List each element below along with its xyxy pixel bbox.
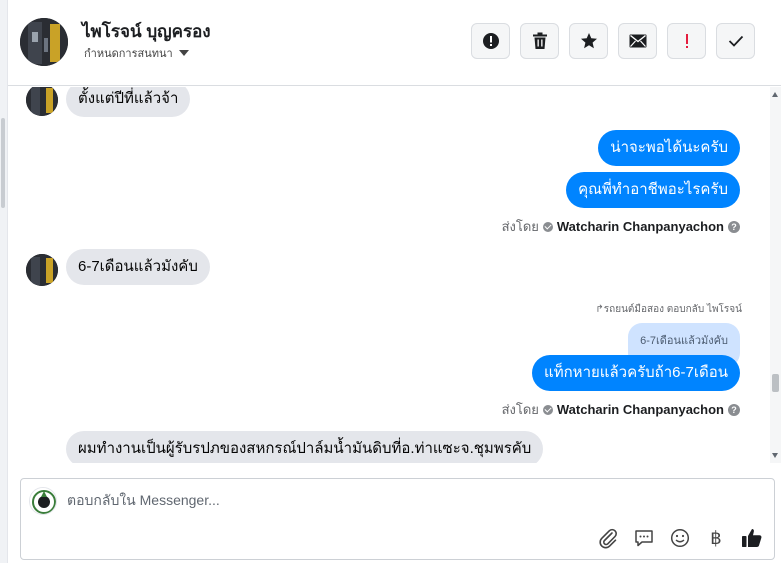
left-edge-panel xyxy=(0,0,8,563)
sent-by-line: ส่งโดย Watcharin Chanpanyachon ? xyxy=(502,399,740,420)
caret-down-icon[interactable] xyxy=(178,50,189,56)
saved-reply-icon[interactable] xyxy=(632,526,656,550)
star-button[interactable] xyxy=(569,23,608,59)
incoming-message: ตั้งแต่ปีที่แล้วจ้า xyxy=(66,87,191,117)
composer-tools: ฿ xyxy=(596,526,764,550)
reply-input[interactable] xyxy=(67,492,687,508)
sent-by-prefix: ส่งโดย xyxy=(501,402,539,417)
help-icon[interactable]: ? xyxy=(728,220,740,233)
contact-avatar-small xyxy=(26,254,58,286)
page-avatar xyxy=(29,487,57,515)
sent-by-prefix: ส่งโดย xyxy=(501,219,539,234)
follow-up-button[interactable] xyxy=(667,23,706,59)
mark-spam-button[interactable] xyxy=(471,23,510,59)
outgoing-message: น่าจะพอได้นะครับ xyxy=(598,130,740,166)
baht-icon[interactable]: ฿ xyxy=(704,526,728,550)
emoji-icon[interactable] xyxy=(668,526,692,550)
contact-avatar-small xyxy=(26,87,58,116)
agent-name[interactable]: Watcharin Chanpanyachon xyxy=(557,402,724,417)
message-thread: ตั้งแต่ปีที่แล้วจ้า น่าจะพอได้นะครับ คุณ… xyxy=(8,87,770,463)
incoming-message: ผมทำงานเป็นผู้รับรปภของสหกรณ์ปาล์มน้ำมัน… xyxy=(66,431,544,463)
reply-composer: ฿ xyxy=(20,478,775,560)
agent-name[interactable]: Watcharin Chanpanyachon xyxy=(557,219,724,234)
assign-label: กำหนดการสนทนา xyxy=(84,48,173,60)
conversation-header: ไพโรจน์ บุญครอง กำหนดการสนทนา xyxy=(8,0,781,86)
delete-button[interactable] xyxy=(520,23,559,59)
check-icon xyxy=(542,221,553,232)
scroll-thumb[interactable] xyxy=(772,374,779,392)
header-toolbar xyxy=(471,23,755,59)
thread-scrollbar[interactable] xyxy=(770,87,781,463)
reply-context: ↱รถยนต์มือสอง ตอบกลับ ไพโรจน์ xyxy=(595,304,742,315)
check-icon xyxy=(542,404,553,415)
trash-icon xyxy=(532,32,547,49)
scroll-up-icon[interactable] xyxy=(772,92,778,97)
mark-unread-button[interactable] xyxy=(618,23,657,59)
contact-name: ไพโรจน์ บุญครอง xyxy=(82,22,211,41)
attach-icon[interactable] xyxy=(596,526,620,550)
left-panel-mark xyxy=(1,118,5,208)
help-icon[interactable]: ? xyxy=(728,403,740,416)
contact-avatar[interactable] xyxy=(20,18,68,66)
envelope-icon xyxy=(629,34,646,48)
outgoing-message: แท็กหายแล้วครับถ้า6-7เดือน xyxy=(532,355,740,391)
thumbs-up-icon[interactable] xyxy=(740,526,764,550)
sent-by-line: ส่งโดย Watcharin Chanpanyachon ? xyxy=(502,216,740,237)
exclamation-icon xyxy=(685,34,688,48)
star-icon xyxy=(580,33,597,49)
checkmark-icon xyxy=(728,35,743,47)
assign-conversation[interactable]: กำหนดการสนทนา xyxy=(84,44,189,62)
exclamation-circle-icon xyxy=(482,33,499,49)
outgoing-message: คุณพี่ทำอาชีพอะไรครับ xyxy=(566,172,740,208)
mark-done-button[interactable] xyxy=(716,23,755,59)
incoming-message: 6-7เดือนแล้วมังคับ xyxy=(66,249,210,285)
scroll-down-icon[interactable] xyxy=(772,453,778,458)
